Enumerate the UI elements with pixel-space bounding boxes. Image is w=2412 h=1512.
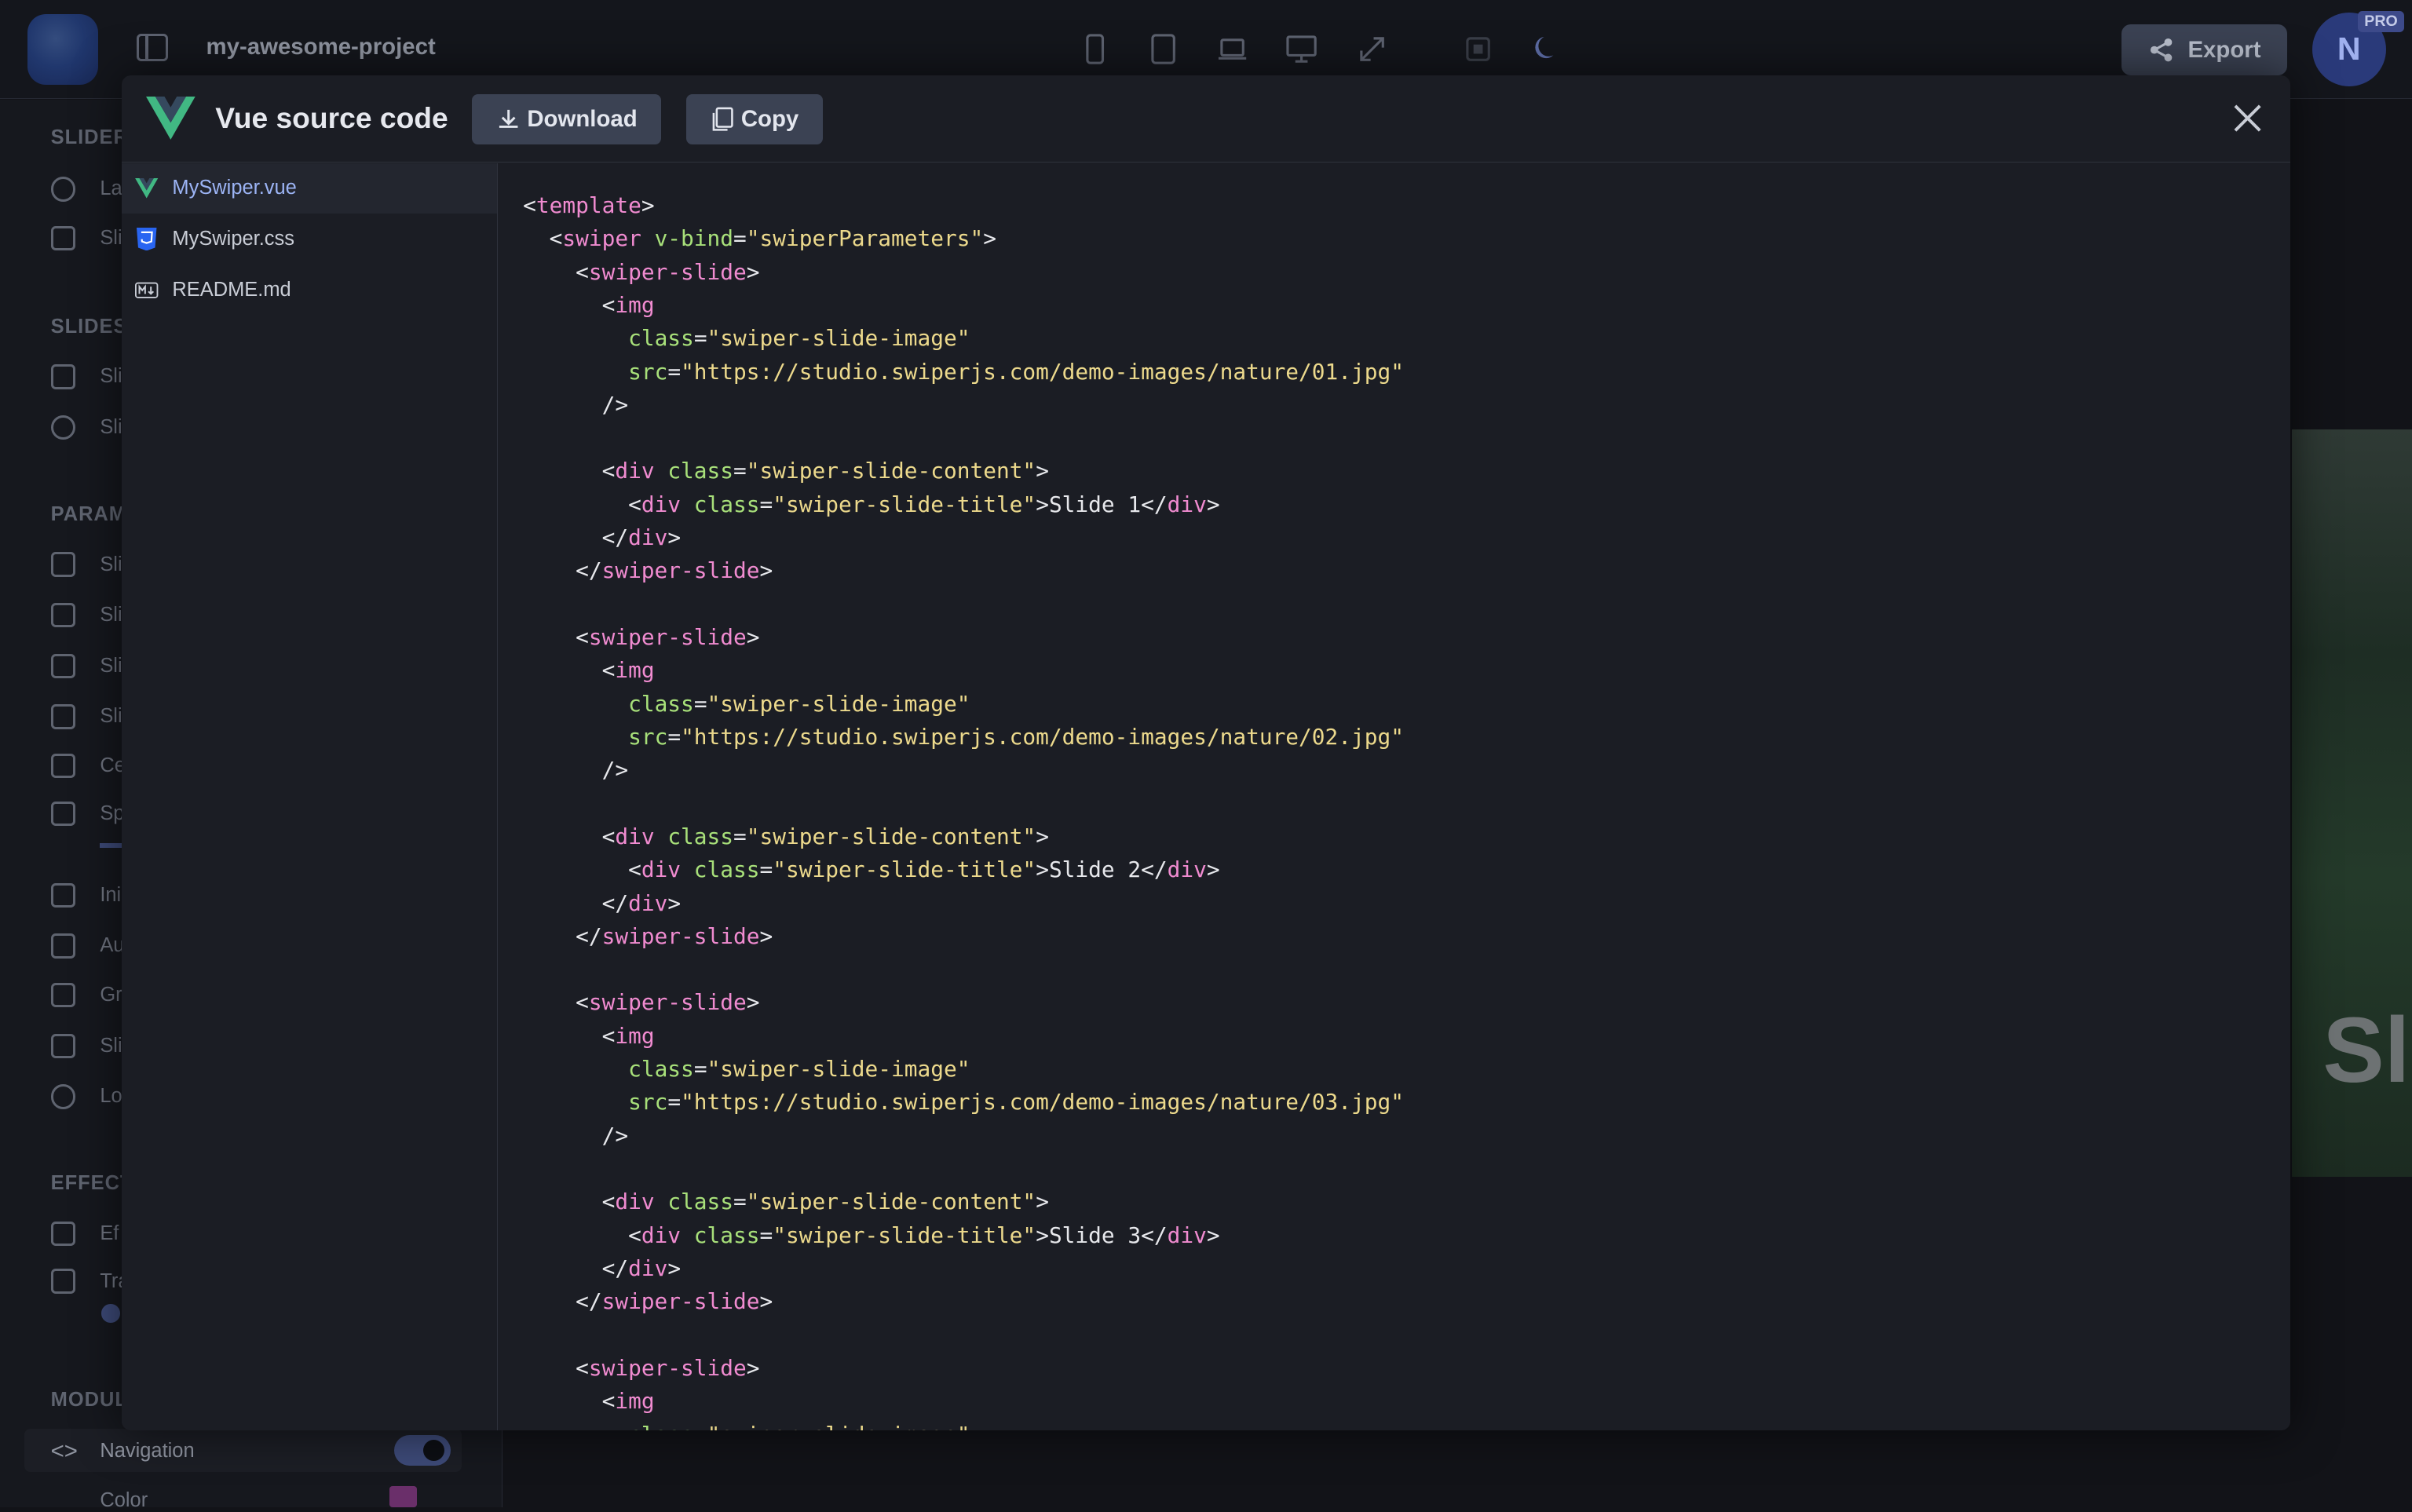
panel-item[interactable]: Tra xyxy=(50,1269,130,1294)
navigation-toggle[interactable] xyxy=(393,1434,451,1466)
code-brackets-icon: <> xyxy=(50,1437,78,1464)
preview-slide-title: Sl xyxy=(2322,998,2410,1101)
panel-item[interactable]: Sli xyxy=(50,364,122,389)
transition-slider[interactable] xyxy=(101,1304,120,1323)
sidebar-toggle-icon[interactable] xyxy=(137,34,168,62)
file-name: MySwiper.css xyxy=(172,228,294,250)
file-item-css[interactable]: MySwiper.css xyxy=(122,214,497,265)
moon-icon[interactable] xyxy=(1532,34,1562,64)
panel-item[interactable]: Sli xyxy=(50,552,122,577)
panel-item[interactable]: Sli xyxy=(50,603,122,628)
vue-logo-icon xyxy=(146,97,196,141)
autoheight-icon xyxy=(50,933,75,959)
desktop-icon[interactable] xyxy=(1286,34,1317,64)
modal-header: Vue source code Download Copy xyxy=(121,75,2291,163)
move-icon xyxy=(50,552,75,577)
section-effects: EFFECT xyxy=(50,1171,133,1194)
panel-item[interactable]: Ini xyxy=(50,882,121,908)
panel-item[interactable]: Ef xyxy=(50,1221,119,1246)
transition-icon xyxy=(50,1269,75,1294)
gauge-icon xyxy=(50,415,75,440)
vue-icon xyxy=(135,177,159,199)
grab-icon xyxy=(50,982,75,1008)
tablet-icon[interactable] xyxy=(1149,34,1177,64)
file-name: MySwiper.vue xyxy=(172,177,297,199)
spacing-slider[interactable] xyxy=(100,842,122,848)
panel-item[interactable]: Ce xyxy=(50,754,126,779)
section-parameters: PARAM xyxy=(50,502,126,525)
color-label: Color xyxy=(100,1488,148,1511)
resize-icon xyxy=(50,225,75,251)
panel-item[interactable]: Sli xyxy=(50,1033,122,1058)
initial-icon xyxy=(50,882,75,908)
phone-icon[interactable] xyxy=(1083,34,1107,64)
modal-title: Vue source code xyxy=(215,101,448,135)
copy-label: Copy xyxy=(740,105,799,132)
panel-item[interactable]: Lo xyxy=(50,1084,122,1109)
code-viewer[interactable]: <template> <swiper v-bind="swiperParamet… xyxy=(498,163,2291,1431)
share-icon xyxy=(2150,38,2172,62)
markdown-icon xyxy=(135,279,159,301)
panel-item[interactable]: Gr xyxy=(50,982,122,1008)
rows-icon xyxy=(50,704,75,729)
css-icon xyxy=(135,227,158,251)
code-block: <template> <swiper v-bind="swiperParamet… xyxy=(523,192,1405,1430)
project-name[interactable]: my-awesome-project xyxy=(206,34,436,60)
copy-button[interactable]: Copy xyxy=(685,93,824,145)
section-slider: SLIDER xyxy=(50,126,129,148)
panel-item[interactable]: La xyxy=(50,177,122,202)
group-icon xyxy=(50,653,75,678)
magic-icon xyxy=(50,1221,75,1246)
color-swatch[interactable] xyxy=(389,1485,417,1507)
file-item-vue[interactable]: MySwiper.vue xyxy=(121,163,497,214)
download-label: Download xyxy=(527,105,638,132)
panel-item[interactable]: Sli xyxy=(50,415,122,440)
slides-icon xyxy=(50,1033,75,1058)
center-icon xyxy=(50,754,75,779)
download-button[interactable]: Download xyxy=(472,93,662,145)
navigation-label: Navigation xyxy=(100,1439,195,1462)
export-button[interactable]: Export xyxy=(2121,24,2288,75)
panel-item[interactable]: Sli xyxy=(50,653,122,678)
close-icon[interactable] xyxy=(2232,103,2263,133)
frame-icon[interactable] xyxy=(1463,34,1493,64)
panel-item[interactable]: Sp xyxy=(50,801,124,827)
file-name: README.md xyxy=(172,278,291,301)
source-code-modal: Vue source code Download Copy MySwiper.v… xyxy=(121,75,2291,1431)
file-list: MySwiper.vue MySwiper.css README.md xyxy=(121,163,498,1431)
image-icon xyxy=(50,364,75,389)
app-logo[interactable] xyxy=(27,13,99,85)
download-icon xyxy=(499,110,518,129)
spacing-icon xyxy=(50,801,75,827)
file-item-readme[interactable]: README.md xyxy=(122,265,497,316)
export-label: Export xyxy=(2187,36,2261,63)
panel-item[interactable]: Sli xyxy=(50,704,122,729)
laptop-icon[interactable] xyxy=(1217,34,1248,64)
globe-icon xyxy=(50,177,75,202)
loop-icon xyxy=(50,1084,75,1109)
section-slides: SLIDES xyxy=(50,315,128,338)
pro-badge: PRO xyxy=(2358,10,2404,32)
section-modules: MODUL xyxy=(50,1389,128,1412)
expand-icon[interactable] xyxy=(1357,34,1387,64)
avatar-initial: N xyxy=(2337,31,2361,68)
columns-icon xyxy=(50,603,75,628)
panel-item[interactable]: Sli xyxy=(50,225,122,251)
copy-icon xyxy=(712,107,733,131)
panel-item[interactable]: Au xyxy=(50,933,124,959)
